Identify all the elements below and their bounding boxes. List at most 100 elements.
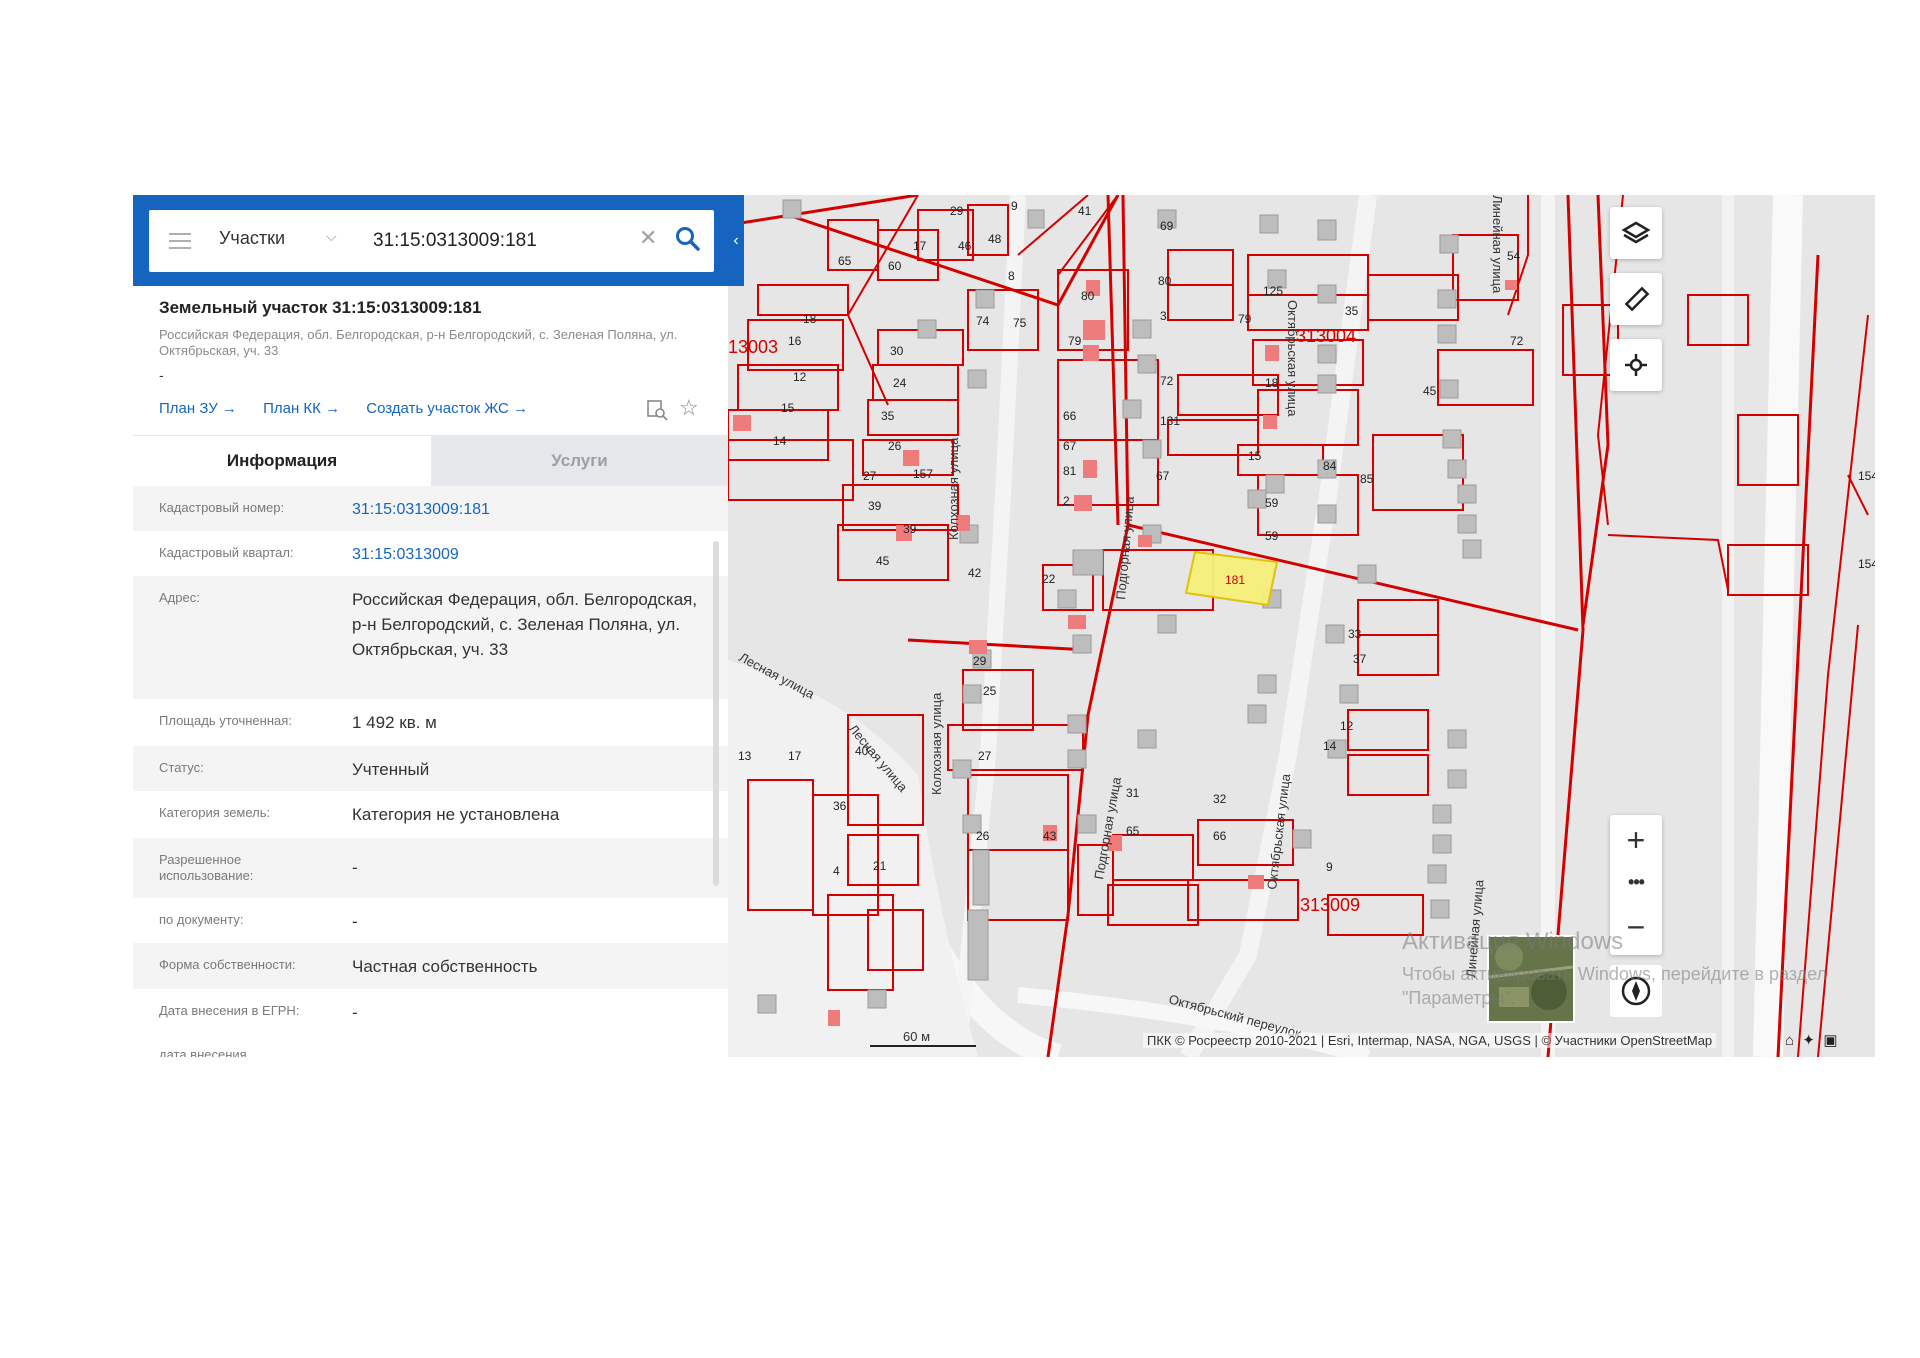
tab-info[interactable]: Информация: [133, 436, 431, 486]
zoom-to-object-button[interactable]: [645, 398, 669, 427]
object-title: Земельный участок 31:15:0313009:181: [159, 298, 482, 317]
row-value: -: [352, 912, 358, 931]
table-row: Разрешенное использование: -: [133, 838, 728, 898]
row-value: Учтенный: [352, 760, 430, 779]
panel-tabs: Информация Услуги: [133, 435, 728, 486]
map-canvas[interactable]: 181 13003 313004 313009 Лесная улица Лес…: [725, 195, 1875, 1057]
row-value-link[interactable]: 31:15:0313009: [352, 542, 702, 567]
row-value: Категория не установлена: [352, 805, 560, 824]
svg-text:36: 36: [833, 799, 847, 813]
svg-text:9: 9: [1011, 199, 1018, 213]
row-value: -: [352, 858, 358, 877]
table-row: Категория земель: Категория не установле…: [133, 791, 728, 838]
svg-text:3: 3: [1160, 309, 1167, 323]
info-table: Кадастровый номер: 31:15:0313009:181 Кад…: [133, 486, 728, 1035]
table-row: Площадь уточненная: 1 492 кв. м: [133, 699, 728, 746]
svg-text:43: 43: [1043, 829, 1057, 843]
svg-text:26: 26: [888, 439, 902, 453]
create-parcel-link[interactable]: Создать участок ЖС →: [366, 400, 528, 417]
svg-text:12: 12: [1340, 719, 1354, 733]
row-value: 1 492 кв. м: [352, 713, 437, 732]
locate-small-icon[interactable]: ✦: [1802, 1032, 1815, 1049]
svg-text:66: 66: [1063, 409, 1077, 423]
menu-icon[interactable]: [169, 233, 191, 254]
table-row: Форма собственности: Частная собственнос…: [133, 943, 728, 989]
svg-text:45: 45: [1423, 384, 1437, 398]
windows-activation-subtitle: Чтобы активировать Windows, перейдите в …: [1402, 964, 1828, 1008]
svg-text:8: 8: [1008, 269, 1015, 283]
svg-text:27: 27: [978, 749, 992, 763]
svg-text:30: 30: [890, 344, 904, 358]
row-label: Адрес:: [159, 590, 200, 605]
svg-text:35: 35: [881, 409, 895, 423]
row-label: Категория земель:: [159, 805, 271, 820]
svg-text:24: 24: [893, 376, 907, 390]
svg-text:41: 41: [1078, 204, 1092, 218]
scale-bar: [870, 1045, 976, 1047]
tab-services[interactable]: Услуги: [431, 436, 728, 486]
svg-text:14: 14: [1323, 739, 1337, 753]
locate-button[interactable]: [1610, 339, 1662, 391]
search-input[interactable]: [371, 226, 635, 256]
svg-text:22: 22: [1042, 572, 1056, 586]
more-icon[interactable]: •••: [1610, 867, 1662, 903]
row-value: Частная собственность: [352, 957, 538, 976]
search-icon: [676, 227, 700, 251]
svg-text:157: 157: [913, 467, 933, 481]
app-window: 181 13003 313004 313009 Лесная улица Лес…: [133, 195, 1875, 1057]
svg-text:31: 31: [1126, 786, 1140, 800]
svg-text:Октябрьская улица: Октябрьская улица: [1285, 300, 1300, 417]
svg-text:79: 79: [1238, 312, 1252, 326]
home-icon[interactable]: ⌂: [1785, 1032, 1794, 1049]
zoom-in-icon[interactable]: +: [1610, 815, 1662, 867]
svg-text:17: 17: [788, 749, 802, 763]
table-row: Кадастровый номер: 31:15:0313009:181: [133, 486, 728, 531]
search-type-select[interactable]: Участки: [219, 228, 285, 249]
ruler-icon: [1624, 286, 1650, 312]
svg-text:26: 26: [976, 829, 990, 843]
star-icon[interactable]: ☆: [679, 397, 699, 419]
svg-text:14: 14: [773, 434, 787, 448]
svg-text:125: 125: [1263, 284, 1283, 298]
row-value-link[interactable]: 31:15:0313009:181: [352, 497, 702, 522]
svg-text:80: 80: [1081, 289, 1095, 303]
svg-text:66: 66: [1213, 829, 1227, 843]
svg-text:16: 16: [788, 334, 802, 348]
svg-text:17: 17: [913, 239, 927, 253]
search-button[interactable]: [673, 224, 703, 254]
svg-text:Линейная улица: Линейная улица: [1490, 195, 1505, 294]
svg-text:13003: 13003: [728, 337, 778, 357]
row-label: Кадастровый номер:: [159, 500, 285, 515]
collapse-icon[interactable]: ‹: [728, 195, 744, 286]
truncated-row-label: дата внесения: [159, 1047, 247, 1057]
svg-text:59: 59: [1265, 496, 1279, 510]
svg-text:27: 27: [863, 469, 877, 483]
plan-zu-link[interactable]: План ЗУ →: [159, 400, 237, 417]
svg-text:54: 54: [1507, 249, 1521, 263]
clear-icon[interactable]: ✕: [639, 225, 657, 251]
svg-text:65: 65: [838, 254, 852, 268]
svg-text:Колхозная улица: Колхозная улица: [929, 692, 944, 795]
table-row: Кадастровый квартал: 31:15:0313009: [133, 531, 728, 576]
ruler-button[interactable]: [1610, 273, 1662, 325]
svg-text:2: 2: [1063, 494, 1070, 508]
plan-kk-link[interactable]: План КК →: [263, 400, 340, 417]
panel-scrollbar[interactable]: [713, 541, 719, 886]
map-attribution: ПКК © Росреестр 2010-2021 | Esri, Interm…: [1143, 1033, 1717, 1048]
svg-text:59: 59: [1265, 529, 1279, 543]
layers-button[interactable]: [1610, 207, 1662, 259]
object-address: Российская Федерация, обл. Белгородская,…: [159, 327, 678, 358]
chevron-down-icon[interactable]: ⌵: [326, 228, 337, 245]
panel-icon[interactable]: ▣: [1823, 1032, 1837, 1049]
svg-text:29: 29: [950, 204, 964, 218]
search-box: Участки ⌵ ✕: [149, 210, 714, 272]
svg-text:154: 154: [1858, 557, 1875, 571]
svg-text:154: 154: [1858, 469, 1875, 483]
svg-text:80: 80: [1158, 274, 1172, 288]
selected-parcel-label: 181: [1225, 573, 1245, 587]
row-label: Разрешенное использование:: [159, 852, 254, 883]
svg-text:35: 35: [1345, 304, 1359, 318]
svg-text:85: 85: [1360, 472, 1374, 486]
svg-text:131: 131: [1160, 414, 1180, 428]
svg-text:33: 33: [1348, 627, 1362, 641]
